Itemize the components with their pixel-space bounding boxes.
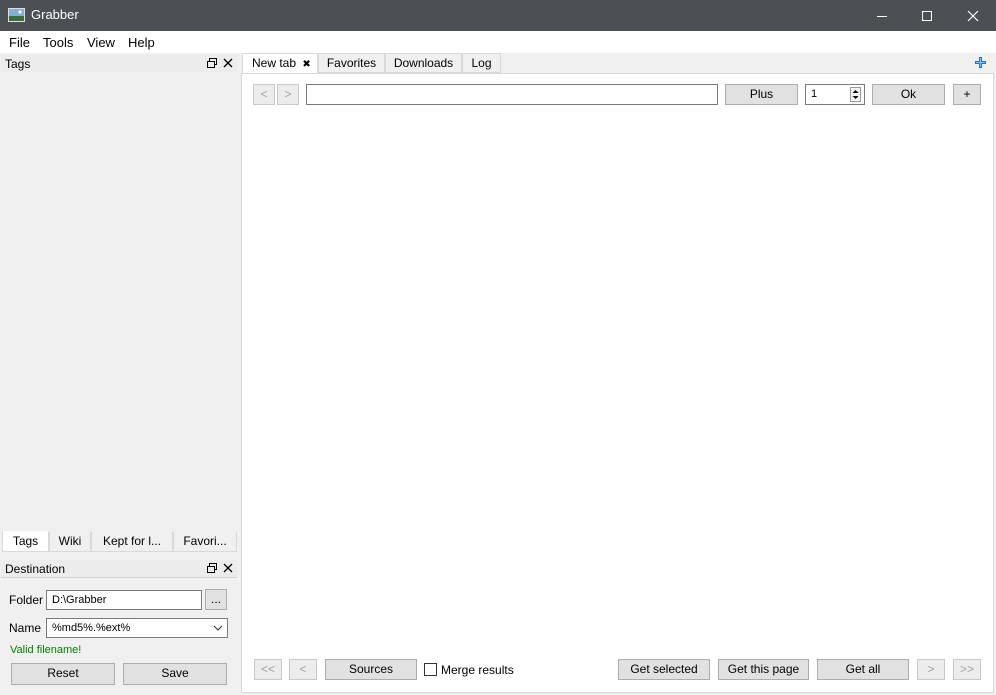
tab-kept-for-later[interactable]: Kept for l... bbox=[91, 532, 173, 552]
minimize-button[interactable] bbox=[859, 0, 905, 31]
close-icon bbox=[967, 10, 979, 21]
destination-dock-title: Destination bbox=[1, 560, 237, 578]
menu-tools[interactable]: Tools bbox=[43, 35, 73, 50]
previous-page-button[interactable]: < bbox=[253, 84, 275, 105]
tab-favorites[interactable]: Favorites bbox=[318, 53, 385, 73]
reset-button[interactable]: Reset bbox=[11, 663, 115, 685]
undock-icon[interactable] bbox=[206, 562, 218, 574]
page-value: 1 bbox=[811, 88, 818, 100]
tags-dock-title: Tags bbox=[1, 55, 237, 73]
prev-page-bottom-button[interactable]: < bbox=[289, 659, 317, 680]
close-dock-icon[interactable] bbox=[222, 562, 234, 574]
folder-label: Folder bbox=[9, 593, 44, 607]
maximize-icon bbox=[922, 10, 932, 21]
maximize-button[interactable] bbox=[904, 0, 950, 31]
tab-log[interactable]: Log bbox=[462, 53, 501, 73]
close-tab-icon[interactable]: ✖ bbox=[302, 59, 310, 70]
tab-tags[interactable]: Tags bbox=[2, 531, 49, 552]
tab-wiki[interactable]: Wiki bbox=[49, 532, 91, 552]
filename-value: %md5%.%ext% bbox=[52, 622, 131, 634]
app-icon bbox=[8, 8, 25, 22]
next-page-button[interactable]: > bbox=[277, 84, 299, 105]
page-spinbox[interactable]: 1 bbox=[805, 84, 865, 105]
last-page-button[interactable]: >> bbox=[953, 659, 981, 680]
spin-arrows-icon[interactable] bbox=[850, 87, 861, 102]
folder-input[interactable]: D:\Grabber bbox=[46, 590, 202, 610]
search-input[interactable] bbox=[306, 84, 718, 105]
menu-help[interactable]: Help bbox=[128, 35, 155, 50]
next-page-bottom-button[interactable]: > bbox=[917, 659, 945, 680]
sources-button[interactable]: Sources bbox=[325, 659, 417, 680]
merge-results-checkbox[interactable] bbox=[424, 663, 437, 676]
close-window-button[interactable] bbox=[950, 0, 996, 31]
add-search-button[interactable]: + bbox=[953, 84, 981, 105]
main-content bbox=[241, 73, 994, 693]
title-bar bbox=[0, 0, 996, 31]
ok-button[interactable]: Ok bbox=[872, 84, 945, 105]
filename-status: Valid filename! bbox=[10, 644, 82, 656]
merge-results-label: Merge results bbox=[441, 663, 514, 677]
get-this-page-button[interactable]: Get this page bbox=[718, 659, 809, 680]
first-page-button[interactable]: << bbox=[254, 659, 282, 680]
tab-new-tab-label: New tab bbox=[252, 56, 297, 70]
tab-downloads[interactable]: Downloads bbox=[385, 53, 462, 73]
name-label: Name bbox=[9, 621, 42, 635]
tab-new-tab[interactable]: New tab ✖ bbox=[242, 53, 318, 74]
menu-file[interactable]: File bbox=[9, 35, 30, 50]
tags-panel bbox=[1, 72, 237, 532]
tab-favorites-dock[interactable]: Favori... bbox=[173, 532, 237, 552]
minimize-icon bbox=[877, 15, 887, 17]
plus-button[interactable]: Plus bbox=[725, 84, 798, 105]
filename-select[interactable]: %md5%.%ext% bbox=[46, 618, 228, 638]
get-all-button[interactable]: Get all bbox=[817, 659, 909, 680]
close-dock-icon[interactable] bbox=[222, 57, 234, 69]
save-button[interactable]: Save bbox=[123, 663, 227, 685]
chevron-down-icon bbox=[213, 625, 223, 631]
add-tab-icon[interactable] bbox=[974, 56, 987, 72]
menu-view[interactable]: View bbox=[87, 35, 115, 50]
window-title: Grabber bbox=[31, 7, 79, 22]
undock-icon[interactable] bbox=[206, 57, 218, 69]
browse-folder-button[interactable]: ... bbox=[205, 589, 227, 610]
get-selected-button[interactable]: Get selected bbox=[618, 659, 710, 680]
